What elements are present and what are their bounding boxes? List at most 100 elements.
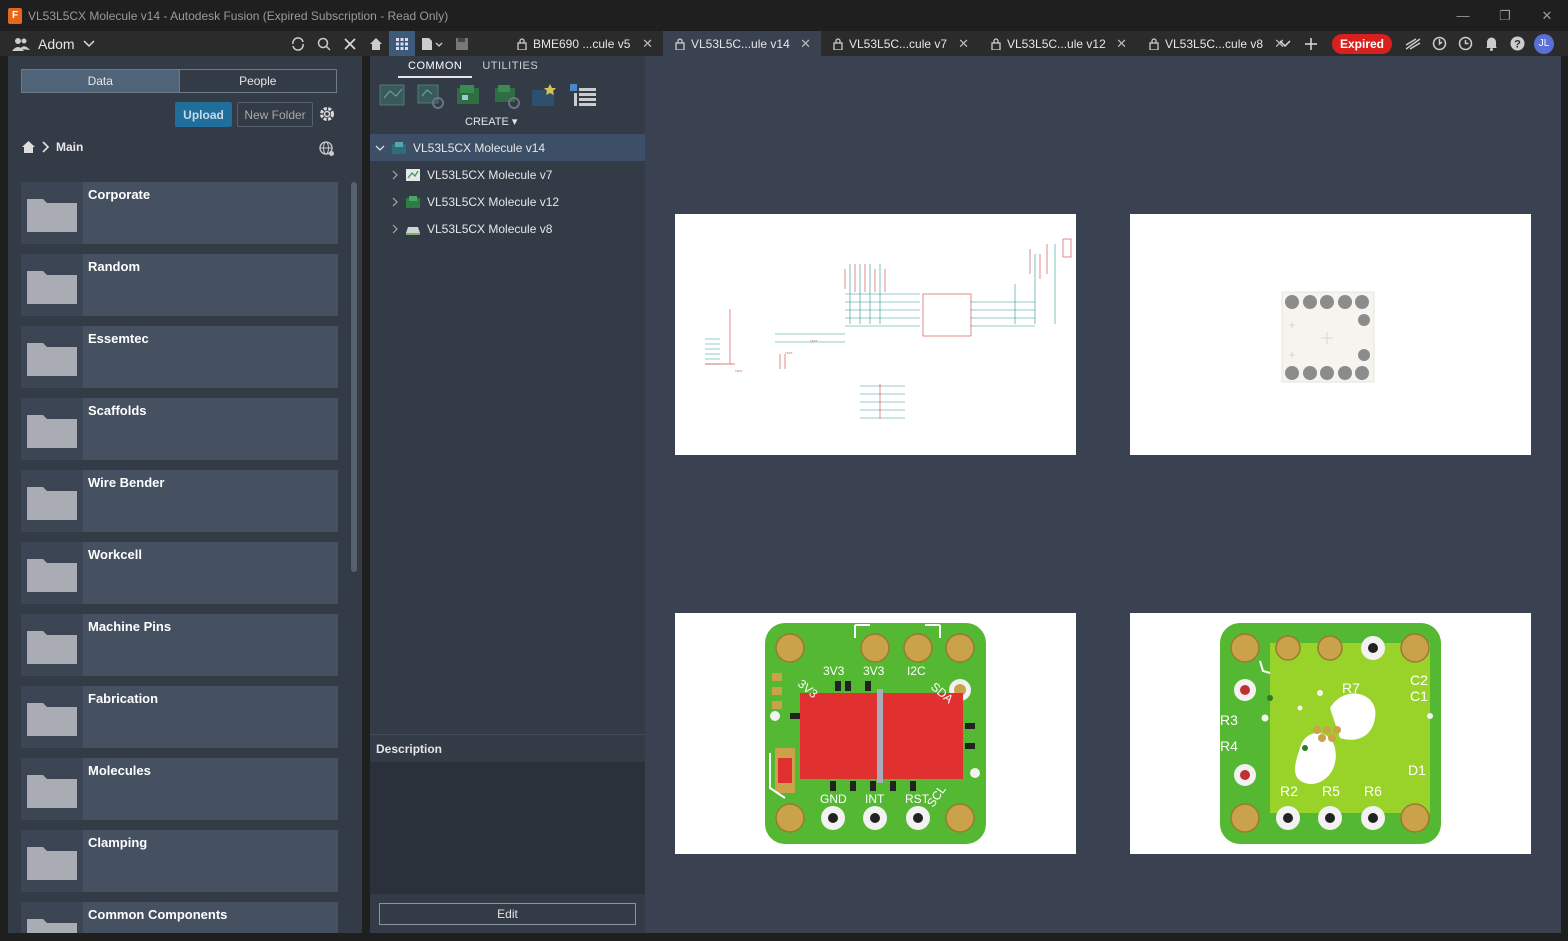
expired-badge[interactable]: Expired bbox=[1331, 33, 1392, 54]
new-schematic-link-icon[interactable] bbox=[416, 82, 446, 110]
breadcrumb-current[interactable]: Main bbox=[56, 140, 83, 154]
people-tab[interactable]: People bbox=[180, 70, 337, 92]
home-icon[interactable] bbox=[363, 31, 389, 56]
folder-item[interactable]: Scaffolds bbox=[21, 398, 338, 460]
svg-text:?: ? bbox=[1514, 39, 1521, 51]
notifications-bell-icon[interactable] bbox=[1478, 31, 1504, 56]
tree-item[interactable]: VL53L5CX Molecule v12 bbox=[370, 188, 645, 215]
restore-button[interactable]: ❐ bbox=[1484, 0, 1526, 31]
folder-item[interactable]: Corporate bbox=[21, 182, 338, 244]
pcb-bottom-drawing: R7 C2 C1 R3 R4 R2 R5 R6 D1 bbox=[1220, 623, 1441, 844]
tree-root[interactable]: VL53L5CX Molecule v14 bbox=[370, 134, 645, 161]
folder-item[interactable]: Wire Bender bbox=[21, 470, 338, 532]
tree-item[interactable]: VL53L5CX Molecule v8 bbox=[370, 215, 645, 242]
folder-item[interactable]: Common Components bbox=[21, 902, 338, 933]
document-tab[interactable]: VL53L5C...ule v12 ✕ bbox=[979, 31, 1137, 56]
svg-text:TEXT: TEXT bbox=[785, 351, 793, 355]
chevron-right-icon[interactable] bbox=[391, 170, 399, 180]
footprint-preview[interactable] bbox=[1130, 214, 1531, 455]
tree-item-label: VL53L5CX Molecule v12 bbox=[427, 194, 560, 209]
new-electronics-design-icon[interactable] bbox=[530, 82, 560, 110]
folder-icon bbox=[21, 614, 83, 676]
user-avatar[interactable]: JL bbox=[1534, 33, 1554, 54]
fusion-app-icon: F bbox=[8, 7, 22, 24]
upload-button[interactable]: Upload bbox=[175, 102, 232, 127]
folder-item[interactable]: Workcell bbox=[21, 542, 338, 604]
lock-icon bbox=[517, 37, 527, 50]
team-selector[interactable]: Adom bbox=[12, 36, 282, 52]
search-icon[interactable] bbox=[311, 31, 337, 56]
folder-list: Corporate Random Essemtec Scaffolds Wire… bbox=[21, 182, 339, 933]
close-tab-icon[interactable]: ✕ bbox=[958, 36, 969, 52]
tab-utilities[interactable]: UTILITIES bbox=[472, 56, 548, 78]
new-pcb-link-icon[interactable] bbox=[492, 82, 522, 110]
folder-list-scrollbar[interactable] bbox=[351, 182, 357, 572]
pcb-top-drawing: 3V3 3V3 I2C GND INT RST SCL 3V3 SDA bbox=[765, 623, 986, 844]
chevron-right-icon bbox=[42, 141, 50, 153]
lock-icon bbox=[1149, 37, 1159, 50]
description-header: Description bbox=[370, 734, 645, 762]
document-tab[interactable]: VL53L5C...cule v7 ✕ bbox=[821, 31, 979, 56]
job-status-icon[interactable] bbox=[1426, 31, 1452, 56]
globe-settings-icon[interactable] bbox=[318, 140, 336, 158]
close-tab-icon[interactable]: ✕ bbox=[642, 36, 653, 52]
document-tab-active[interactable]: VL53L5C...ule v14 ✕ bbox=[663, 31, 821, 56]
folder-item[interactable]: Random bbox=[21, 254, 338, 316]
close-tab-icon[interactable]: ✕ bbox=[800, 36, 811, 52]
pcb-label: R2 bbox=[1280, 783, 1298, 799]
close-tab-icon[interactable]: ✕ bbox=[1116, 36, 1127, 52]
design-tree: VL53L5CX Molecule v14 VL53L5CX Molecule … bbox=[370, 134, 645, 242]
help-icon[interactable]: ? bbox=[1504, 31, 1530, 56]
save-icon[interactable] bbox=[449, 31, 475, 56]
new-pcb-icon[interactable] bbox=[454, 82, 484, 110]
folder-item[interactable]: Machine Pins bbox=[21, 614, 338, 676]
data-tab[interactable]: Data bbox=[22, 70, 180, 92]
new-folder-button[interactable]: New Folder bbox=[237, 102, 313, 127]
tab-common[interactable]: COMMON bbox=[398, 56, 473, 78]
gear-icon[interactable] bbox=[318, 105, 336, 123]
grid-icon[interactable] bbox=[389, 31, 415, 56]
pcb-top-preview[interactable]: 3V3 3V3 I2C GND INT RST SCL 3V3 SDA bbox=[675, 613, 1076, 854]
window-title: VL53L5CX Molecule v14 - Autodesk Fusion … bbox=[28, 8, 449, 23]
schematic-preview[interactable]: TEXT TEXT TEXT bbox=[675, 214, 1076, 455]
create-menu[interactable]: CREATE ▾ bbox=[465, 115, 517, 128]
folder-name: Random bbox=[88, 259, 140, 274]
chevron-down-icon bbox=[83, 39, 95, 47]
close-window-button[interactable]: ✕ bbox=[1526, 0, 1568, 31]
new-schematic-icon[interactable] bbox=[378, 82, 408, 110]
tree-root-label: VL53L5CX Molecule v14 bbox=[413, 140, 546, 155]
electronics-design-icon bbox=[392, 141, 406, 154]
new-tab-plus-icon[interactable] bbox=[1298, 31, 1324, 56]
folder-item[interactable]: Essemtec bbox=[21, 326, 338, 388]
folder-item[interactable]: Clamping bbox=[21, 830, 338, 892]
close-panel-icon[interactable] bbox=[337, 31, 363, 56]
tree-item[interactable]: VL53L5CX Molecule v7 bbox=[370, 161, 645, 188]
home-icon[interactable] bbox=[21, 140, 36, 154]
chevron-right-icon[interactable] bbox=[391, 197, 399, 207]
people-icon bbox=[12, 37, 30, 51]
folder-icon bbox=[21, 182, 83, 244]
new-library-icon[interactable] bbox=[568, 82, 598, 110]
refresh-icon[interactable] bbox=[285, 31, 311, 56]
pcb-label: 3V3 bbox=[823, 664, 845, 678]
folder-item[interactable]: Molecules bbox=[21, 758, 338, 820]
pcb-bottom-preview[interactable]: R7 C2 C1 R3 R4 R2 R5 R6 D1 bbox=[1130, 613, 1531, 854]
title-bar: F VL53L5CX Molecule v14 - Autodesk Fusio… bbox=[0, 0, 1568, 31]
folder-item[interactable]: Fabrication bbox=[21, 686, 338, 748]
extensions-icon[interactable] bbox=[1400, 31, 1426, 56]
folder-name: Clamping bbox=[88, 835, 148, 850]
svg-text:TEXT: TEXT bbox=[810, 339, 818, 343]
tab-label: VL53L5C...cule v8 bbox=[1165, 36, 1264, 51]
clock-icon[interactable] bbox=[1452, 31, 1478, 56]
chevron-down-icon[interactable] bbox=[375, 144, 385, 152]
minimize-button[interactable]: — bbox=[1442, 0, 1484, 31]
tab-overflow-chevron-icon[interactable] bbox=[1272, 31, 1298, 56]
document-tab[interactable]: BME690 ...cule v5 ✕ bbox=[505, 31, 663, 56]
file-menu-icon[interactable] bbox=[415, 31, 449, 56]
edit-button[interactable]: Edit bbox=[379, 903, 636, 925]
folder-name: Common Components bbox=[88, 907, 228, 922]
chevron-right-icon[interactable] bbox=[391, 224, 399, 234]
pcb-label: C2 bbox=[1410, 672, 1428, 688]
team-name: Adom bbox=[38, 35, 75, 52]
tab-label: VL53L5C...cule v7 bbox=[849, 36, 948, 51]
